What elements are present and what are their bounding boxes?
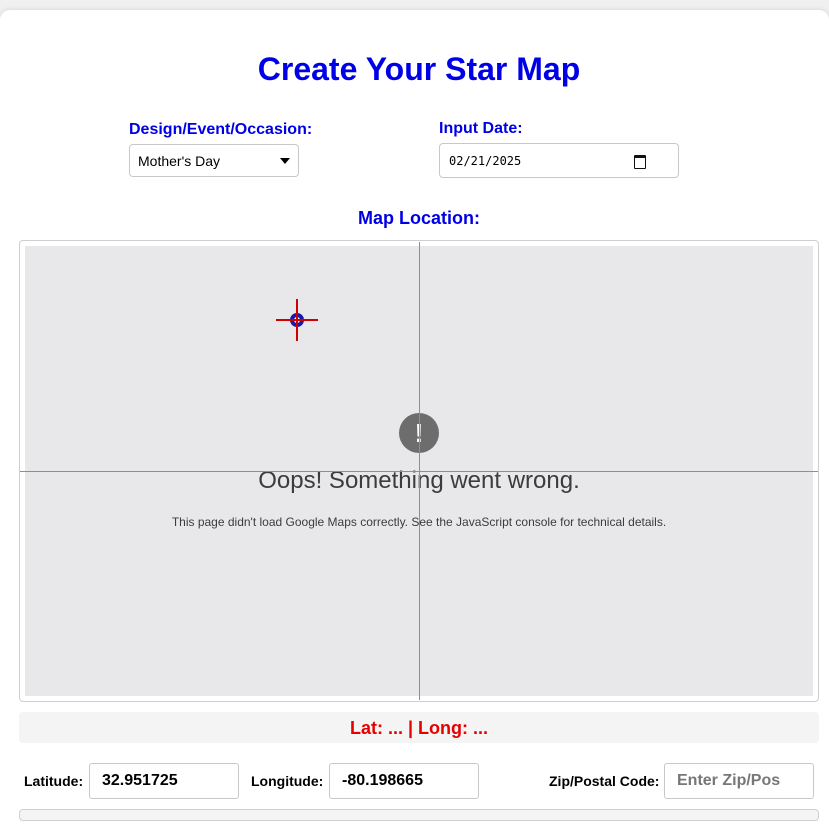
longitude-input[interactable]: -80.198665 [329, 763, 479, 799]
date-input[interactable]: 02/21/2025 [439, 143, 679, 178]
chevron-down-icon [280, 158, 290, 164]
longitude-value: -80.198665 [342, 772, 423, 789]
map-location-label: Map Location: [358, 208, 480, 228]
zip-placeholder: Enter Zip/Pos [677, 772, 781, 789]
latitude-label: Latitude: [24, 773, 84, 789]
crosshair-marker-icon[interactable] [276, 299, 318, 341]
bottom-panel [19, 809, 819, 821]
design-select-value: Mother's Day [138, 153, 221, 169]
calendar-icon[interactable] [634, 155, 646, 169]
date-label: Input Date: [439, 120, 523, 137]
date-input-value: 02/21/2025 [449, 154, 522, 168]
zip-label: Zip/Postal Code: [549, 773, 660, 789]
design-label: Design/Event/Occasion: [129, 121, 313, 138]
page-title: Create Your Star Map [257, 51, 581, 87]
coordinates-bar: Lat: ... | Long: ... [19, 712, 819, 743]
latitude-input[interactable]: 32.951725 [89, 763, 239, 799]
crosshair-horizontal-line [20, 471, 818, 472]
zip-input[interactable]: Enter Zip/Pos [664, 763, 814, 799]
design-select[interactable]: Mother's Day [129, 144, 299, 177]
longitude-label: Longitude: [251, 773, 324, 789]
latitude-value: 32.951725 [102, 772, 178, 789]
coordinates-display: Lat: ... | Long: ... [349, 718, 488, 738]
